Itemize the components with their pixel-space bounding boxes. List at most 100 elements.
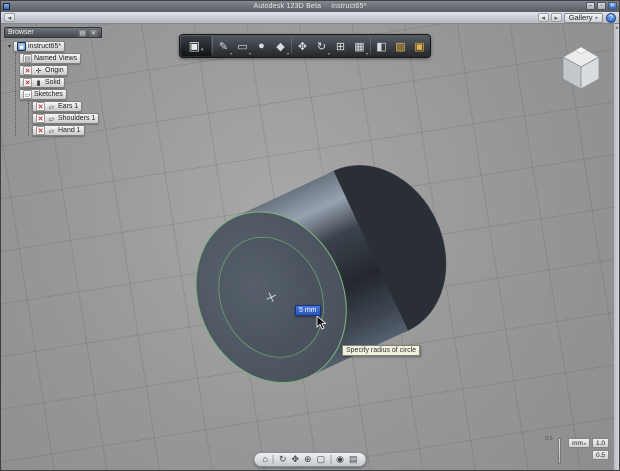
browser-item-label: instruct65* <box>28 43 62 50</box>
visibility-off-icon[interactable]: ✕ <box>36 114 45 123</box>
view-cube[interactable] <box>553 41 609 97</box>
browser-item-label: Origin <box>45 67 64 74</box>
back-icon[interactable]: ◂ <box>4 13 15 22</box>
tool-material-button[interactable]: ▨ <box>391 36 410 56</box>
tool-revolve-button[interactable]: ↻ ▾ <box>312 36 331 57</box>
combine-icon: ⊞ <box>335 40 346 53</box>
sphere-icon: ● <box>258 40 265 52</box>
scale-controls: 0.5 mm▾ 1.0 0.5 <box>545 436 609 464</box>
chevron-down-icon: ▾ <box>200 47 204 53</box>
shell-icon: ◧ <box>376 40 387 53</box>
sketches-folder-icon: ▱ <box>23 90 32 99</box>
zoom-icon[interactable]: ⊕ <box>304 453 312 466</box>
move-icon: ✥ <box>297 40 308 53</box>
browser-item-label: Ears 1 <box>58 103 79 110</box>
browser-title: Browser <box>8 29 34 36</box>
tool-shell-button[interactable]: ◧ <box>372 36 391 56</box>
zoom-window-icon[interactable]: ▢ <box>317 453 326 466</box>
look-at-icon[interactable]: ◉ <box>336 453 344 466</box>
chevron-down-icon: ▾ <box>583 441 586 446</box>
pattern-icon: ▦ <box>354 40 365 53</box>
main-toolbar: ▣ ▾ ✎ ▾ ▭ ▾ ● ◆ ▾ ✥ ↻ ▾ ⊞ ▦ ▾ ◧ ▨ ▣ <box>179 34 431 58</box>
browser-tree: ▾ ▣ instruct65* ▤ Named Views ✕ ✛ Origin… <box>4 38 102 136</box>
sketch-icon: ✎ <box>218 40 229 53</box>
browser-item-label: Solid <box>45 79 61 86</box>
sketch-icon: ▱ <box>48 128 55 135</box>
help-icon[interactable]: ? <box>606 12 616 23</box>
browser-item-label: Hand 1 <box>58 127 81 134</box>
menu-bar: ◂ ◂ ▸ Gallery ▸ ? <box>1 12 619 24</box>
material-icon: ▨ <box>395 40 406 53</box>
tool-combine-button[interactable]: ⊞ <box>331 36 350 56</box>
tool-move-button[interactable]: ✥ <box>293 36 312 56</box>
close-button[interactable]: ✕ <box>608 2 617 10</box>
minimize-button[interactable]: – <box>586 2 595 10</box>
app-icon <box>3 3 10 10</box>
tool-sketch-button[interactable]: ✎ ▾ <box>214 36 233 57</box>
grid-spacing-input[interactable]: 1.0 <box>591 438 609 448</box>
tool-box-button[interactable]: ▭ ▾ <box>233 36 252 57</box>
visibility-off-icon[interactable]: ✕ <box>36 102 45 111</box>
ruler-tick-label: 0.5 <box>545 436 553 442</box>
display-settings-icon[interactable]: ▤ <box>349 453 358 466</box>
browser-item-origin[interactable]: ✕ ✛ Origin <box>19 65 102 76</box>
visibility-off-icon[interactable]: ✕ <box>23 78 32 87</box>
gallery-label: Gallery <box>568 13 593 22</box>
cursor-icon <box>316 316 327 330</box>
primitives-menu-button[interactable]: ▣ ▾ <box>181 36 211 56</box>
navigation-bar: ⌂ ↻ ✥ ⊕ ▢ ◉ ▤ <box>253 452 367 467</box>
cylinder-model[interactable] <box>161 139 481 419</box>
scroll-arrow-icon[interactable]: ◂ <box>614 24 619 32</box>
tool-extrude-button[interactable]: ◆ ▾ <box>271 36 290 57</box>
app-title: Autodesk 123D Beta <box>253 3 322 10</box>
tooltip: Specify radius of circle <box>342 345 421 356</box>
browser-item-label: Shoulders 1 <box>58 115 96 122</box>
chevron-down-icon: ▸ <box>595 14 598 21</box>
tool-sphere-button[interactable]: ● <box>252 36 271 56</box>
panel-close-icon[interactable]: ✕ <box>89 28 98 37</box>
pan-icon[interactable]: ✥ <box>292 453 300 466</box>
tool-snapshot-button[interactable]: ▣ <box>410 36 429 56</box>
browser-item-solid[interactable]: ✕ ▮ Solid <box>19 77 102 88</box>
orbit-icon[interactable]: ↻ <box>279 453 287 466</box>
browser-item-ears[interactable]: ✕ ▱ Ears 1 <box>32 101 102 112</box>
expander-icon[interactable]: ▾ <box>6 43 13 50</box>
browser-item-named-views[interactable]: ▤ Named Views <box>19 53 102 64</box>
extrude-icon: ◆ <box>276 40 285 53</box>
browser-header[interactable]: Browser ▤ ✕ <box>4 27 102 38</box>
document-title: instruct65* <box>331 3 367 10</box>
gallery-button[interactable]: Gallery ▸ <box>563 12 603 23</box>
revolve-icon: ↻ <box>316 40 327 53</box>
grid-ruler[interactable]: 0.5 <box>545 436 564 464</box>
browser-panel: Browser ▤ ✕ ▾ ▣ instruct65* ▤ Named View… <box>4 27 102 137</box>
browser-item-hand[interactable]: ✕ ▱ Hand 1 <box>32 125 102 136</box>
nav-left-icon[interactable]: ◂ <box>537 13 549 22</box>
browser-item-label: Named Views <box>34 55 78 62</box>
named-views-icon: ▤ <box>23 54 32 63</box>
browser-item-label: Sketches <box>34 91 63 98</box>
browser-item-sketches[interactable]: ▱ Sketches <box>19 89 102 100</box>
maximize-button[interactable]: ▫ <box>597 2 606 10</box>
snapshot-icon: ▣ <box>414 40 425 53</box>
visibility-off-icon[interactable]: ✕ <box>36 126 45 135</box>
sketch-icon: ▱ <box>48 104 55 111</box>
origin-axes-icon: ✛ <box>35 68 42 75</box>
unit-select[interactable]: mm▾ <box>568 438 590 448</box>
ruler-icon <box>558 438 562 464</box>
visibility-off-icon[interactable]: ✕ <box>23 66 32 75</box>
right-scroll-strip[interactable]: ◂ <box>613 24 619 470</box>
unit-label: mm <box>572 440 583 447</box>
snap-input[interactable]: 0.5 <box>591 450 609 460</box>
title-bar: Autodesk 123D Beta instruct65* – ▫ ✕ <box>1 1 619 12</box>
document-cube-icon: ▣ <box>17 42 26 51</box>
solid-icon: ▮ <box>36 80 41 87</box>
panel-menu-icon[interactable]: ▤ <box>78 28 87 37</box>
home-icon[interactable]: ⌂ <box>263 453 268 466</box>
nav-right-icon[interactable]: ▸ <box>550 13 562 22</box>
browser-item-shoulders[interactable]: ✕ ▱ Shoulders 1 <box>32 113 102 124</box>
browser-item-root[interactable]: ▾ ▣ instruct65* <box>6 41 102 52</box>
app-window: Autodesk 123D Beta instruct65* – ▫ ✕ ◂ ◂… <box>0 0 620 471</box>
tool-pattern-button[interactable]: ▦ ▾ <box>350 36 369 57</box>
radius-input[interactable]: 5 mm <box>295 305 321 316</box>
sketch-icon: ▱ <box>48 116 55 123</box>
